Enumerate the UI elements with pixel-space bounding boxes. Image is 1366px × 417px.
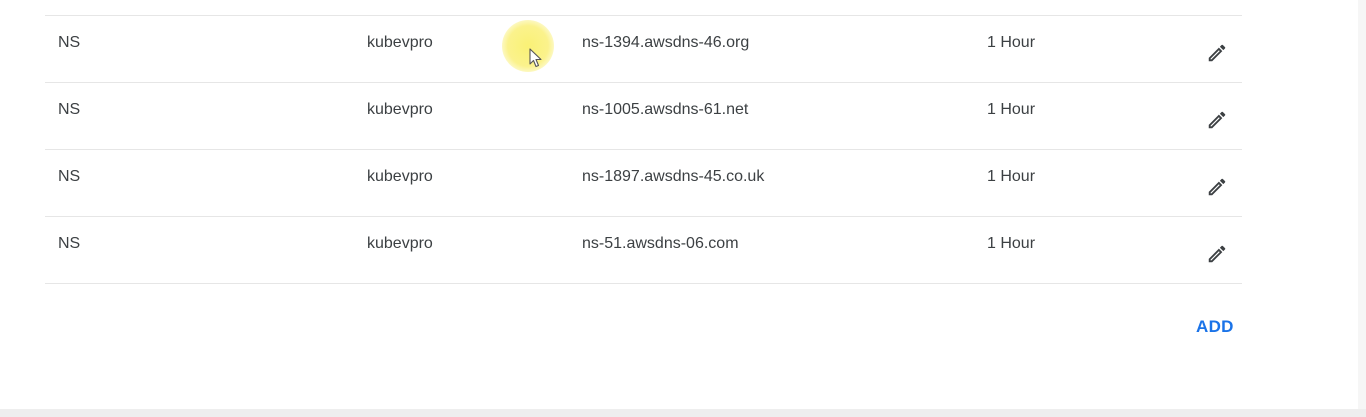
dns-records-table: NS kubevpro ns-1394.awsdns-46.org 1 Hour… <box>45 15 1242 284</box>
record-ttl: 1 Hour <box>987 101 1036 118</box>
record-type: NS <box>58 101 81 118</box>
record-data: ns-1897.awsdns-45.co.uk <box>582 168 765 185</box>
record-ttl: 1 Hour <box>987 235 1036 252</box>
record-host: kubevpro <box>367 34 433 51</box>
edit-record-button[interactable] <box>1202 172 1232 202</box>
scrollbar-track[interactable] <box>1358 0 1366 409</box>
record-ttl: 1 Hour <box>987 168 1036 185</box>
record-type: NS <box>58 235 81 252</box>
dns-records-card: NS kubevpro ns-1394.awsdns-46.org 1 Hour… <box>0 0 1366 409</box>
pencil-icon <box>1208 44 1226 62</box>
edit-record-button[interactable] <box>1202 38 1232 68</box>
record-type: NS <box>58 34 81 51</box>
record-host: kubevpro <box>367 235 433 252</box>
page: NS kubevpro ns-1394.awsdns-46.org 1 Hour… <box>0 0 1366 417</box>
record-type: NS <box>58 168 81 185</box>
cursor-highlight <box>502 20 554 72</box>
pencil-icon <box>1208 111 1226 129</box>
pencil-icon <box>1208 178 1226 196</box>
record-ttl: 1 Hour <box>987 34 1036 51</box>
add-record-button[interactable]: ADD <box>1196 316 1234 338</box>
record-host: kubevpro <box>367 168 433 185</box>
edit-record-button[interactable] <box>1202 105 1232 135</box>
pencil-icon <box>1208 245 1226 263</box>
table-row: NS kubevpro ns-1005.awsdns-61.net 1 Hour <box>45 83 1242 150</box>
record-data: ns-1005.awsdns-61.net <box>582 101 749 118</box>
table-row: NS kubevpro ns-1897.awsdns-45.co.uk 1 Ho… <box>45 150 1242 217</box>
edit-record-button[interactable] <box>1202 239 1232 269</box>
mouse-pointer-icon <box>529 48 542 68</box>
record-data: ns-1394.awsdns-46.org <box>582 34 750 51</box>
page-footer-strip <box>0 409 1366 417</box>
record-data: ns-51.awsdns-06.com <box>582 235 739 252</box>
table-row: NS kubevpro ns-51.awsdns-06.com 1 Hour <box>45 217 1242 284</box>
table-row: NS kubevpro ns-1394.awsdns-46.org 1 Hour <box>45 16 1242 83</box>
record-host: kubevpro <box>367 101 433 118</box>
